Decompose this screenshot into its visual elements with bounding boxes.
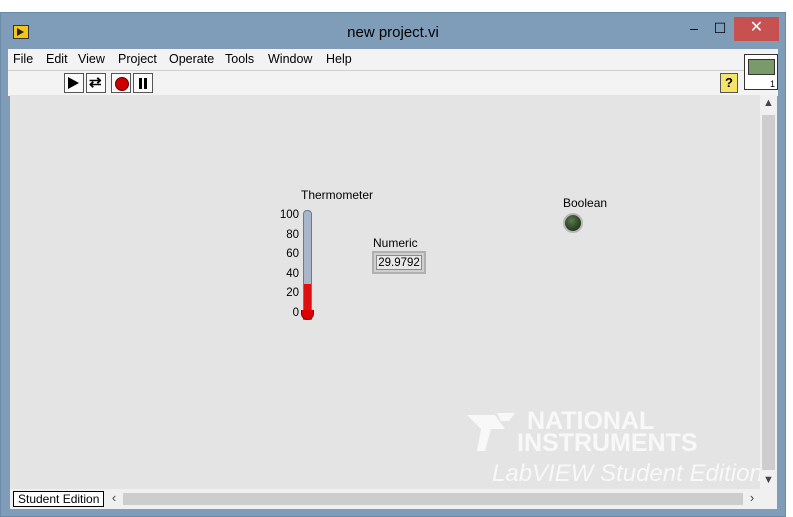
menu-file[interactable]: File	[13, 52, 33, 66]
menu-view[interactable]: View	[78, 52, 105, 66]
menu-help[interactable]: Help	[326, 52, 352, 66]
menu-project[interactable]: Project	[118, 52, 157, 66]
scroll-right-icon[interactable]: ›	[745, 490, 759, 505]
menu-tools[interactable]: Tools	[225, 52, 254, 66]
numeric-value: 29.9792	[376, 255, 422, 270]
tick-label: 20	[286, 287, 299, 299]
thermometer-bulb	[301, 310, 314, 320]
tick-label: 100	[279, 209, 299, 221]
tick-label: 40	[286, 268, 299, 280]
boolean-label: Boolean	[563, 196, 608, 210]
close-icon[interactable]: ✕	[734, 17, 779, 41]
title-bar[interactable]: new project.vi – ☐ ✕	[1, 13, 785, 49]
maximize-icon[interactable]: ☐	[707, 17, 733, 41]
front-panel[interactable]: Thermometer 100 80 60 40 20 0 Numeric 29…	[10, 95, 763, 489]
vertical-scrollbar[interactable]: ▲ ▼	[760, 95, 777, 489]
pause-icon[interactable]	[133, 73, 153, 93]
horizontal-scroll-thumb[interactable]	[123, 493, 743, 505]
minimize-icon[interactable]: –	[681, 17, 707, 41]
watermark-labview-student-edition: LabVIEW Student Edition	[492, 460, 763, 487]
scroll-up-icon[interactable]: ▲	[760, 95, 777, 112]
tick-label: 80	[286, 229, 299, 241]
numeric-indicator[interactable]: 29.9792	[372, 251, 426, 274]
connector-pane-icon[interactable]	[744, 54, 778, 90]
menu-bar: File Edit View Project Operate Tools Win…	[8, 49, 778, 71]
thermometer-tube[interactable]	[303, 210, 312, 320]
scroll-left-icon[interactable]: ‹	[107, 490, 121, 505]
tick-label: 0	[292, 307, 299, 319]
status-bar: Student Edition ‹ ›	[10, 489, 777, 509]
run-arrow-icon[interactable]	[64, 73, 84, 93]
run-continuously-icon[interactable]	[86, 73, 106, 93]
thermometer-label: Thermometer	[301, 188, 374, 202]
vertical-scroll-thumb[interactable]	[762, 115, 775, 470]
boolean-led-indicator[interactable]	[563, 213, 583, 233]
ni-watermark: NATIONAL INSTRUMENTS LabVIEW Student Edi…	[465, 407, 765, 487]
menu-operate[interactable]: Operate	[169, 52, 214, 66]
abort-stop-icon[interactable]	[111, 73, 131, 93]
student-edition-label: Student Edition	[13, 491, 105, 507]
scroll-down-icon[interactable]: ▼	[760, 472, 777, 489]
ni-eagle-logo-icon	[467, 413, 515, 451]
context-help-icon[interactable]: ?	[720, 73, 738, 93]
window-title: new project.vi	[347, 24, 439, 41]
watermark-instruments: INSTRUMENTS	[517, 429, 698, 457]
numeric-label: Numeric	[373, 236, 418, 250]
thermometer-scale: 100 80 60 40 20 0	[274, 209, 304, 325]
menu-edit[interactable]: Edit	[46, 52, 68, 66]
menu-window[interactable]: Window	[268, 52, 312, 66]
toolbar: ?	[8, 71, 778, 97]
tick-label: 60	[286, 248, 299, 260]
